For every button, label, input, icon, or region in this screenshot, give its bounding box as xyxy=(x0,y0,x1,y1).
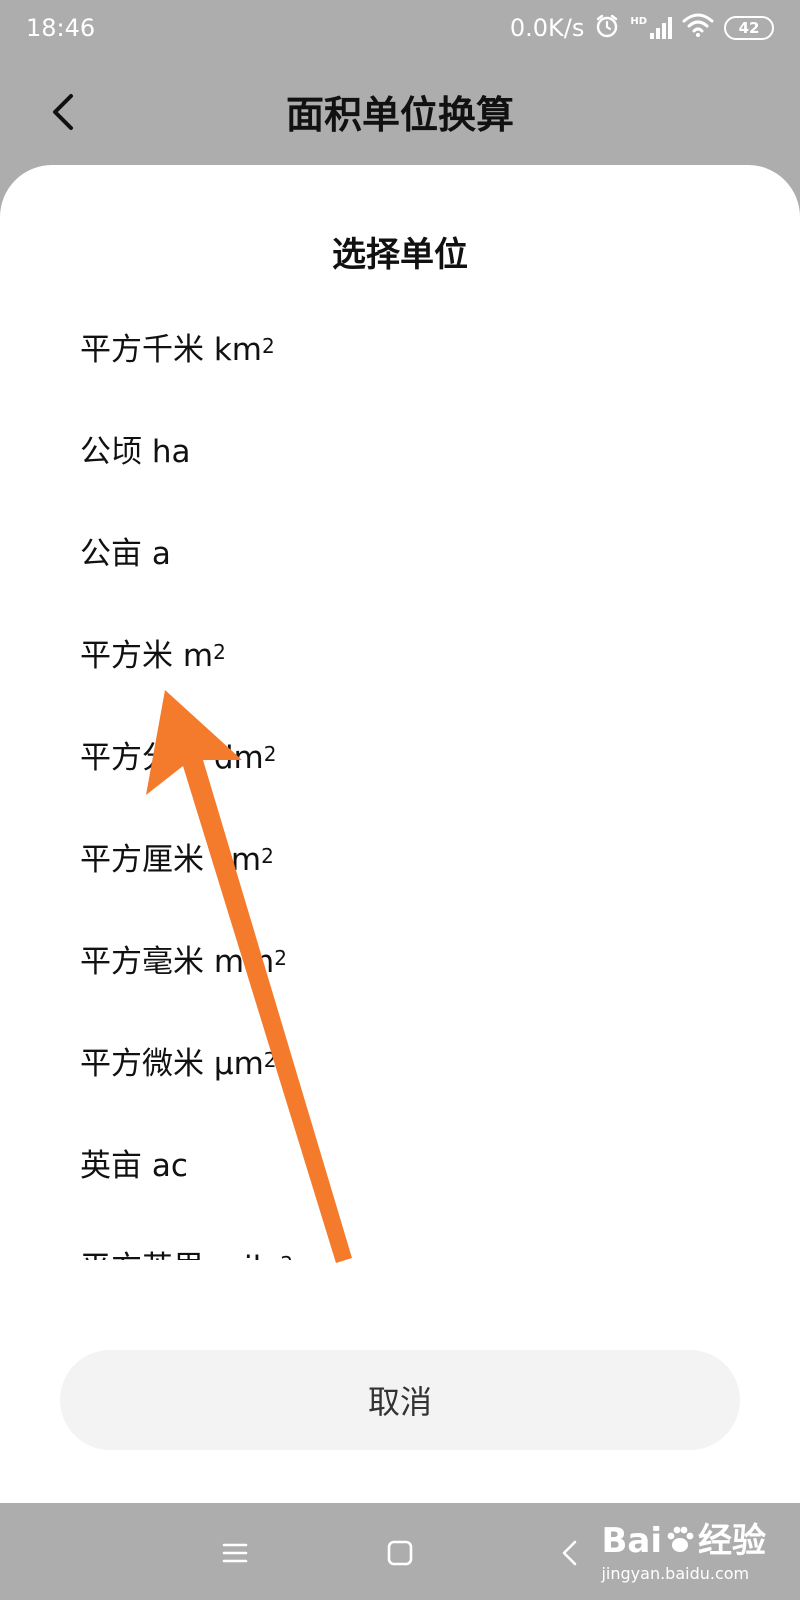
cancel-button[interactable]: 取消 xyxy=(60,1350,740,1450)
unit-picker-sheet: 选择单位 平方千米 km 2 公顷 ha 公亩 a 平方米 m2 平方分米 dm 2… xyxy=(0,165,800,1503)
unit-item-cm2[interactable]: 平方厘米 cm 2 xyxy=(0,805,800,907)
alarm-icon xyxy=(594,13,620,44)
status-bar: 18:46 0.0K/s HD 42 xyxy=(0,0,800,56)
paw-icon xyxy=(664,1521,696,1561)
sheet-title: 选择单位 xyxy=(332,235,468,275)
baidu-jingyan-watermark: Bai 经验 jingyan.baidu.com xyxy=(601,1513,766,1583)
page-title: 面积单位换算 xyxy=(285,93,514,137)
hd-label: HD xyxy=(630,16,647,27)
unit-item-km2[interactable]: 平方千米 km 2 xyxy=(0,295,800,397)
status-time: 18:46 xyxy=(26,14,96,42)
unit-item-ha[interactable]: 公顷 ha xyxy=(0,397,800,499)
square-home-icon xyxy=(387,1540,413,1566)
unit-item-um2[interactable]: 平方微米 μm 2 xyxy=(0,1009,800,1111)
chevron-left-icon xyxy=(562,1540,577,1566)
nav-back-button[interactable] xyxy=(541,1525,597,1581)
unit-list[interactable]: 平方千米 km 2 公顷 ha 公亩 a 平方米 m2 平方分米 dm 2 平方厘米… xyxy=(0,295,800,1261)
wifi-icon xyxy=(682,13,714,43)
watermark-logo: Bai 经验 xyxy=(601,1521,766,1561)
status-icons: 0.0K/s HD 42 xyxy=(510,13,774,44)
watermark-url: jingyan.baidu.com xyxy=(601,1564,750,1583)
navigation-bar: Bai 经验 jingyan.baidu.com xyxy=(0,1503,800,1600)
unit-item-mile2[interactable]: 平方英里 mile2 xyxy=(0,1213,800,1261)
signal-icon: HD xyxy=(630,17,672,39)
unit-item-mm2[interactable]: 平方毫米 mm 2 xyxy=(0,907,800,1009)
battery-indicator: 42 xyxy=(724,16,774,40)
unit-item-ac[interactable]: 英亩 ac xyxy=(0,1111,800,1213)
unit-item-m2[interactable]: 平方米 m2 xyxy=(0,601,800,703)
unit-item-dm2[interactable]: 平方分米 dm 2 xyxy=(0,703,800,805)
menu-icon xyxy=(222,1543,248,1563)
unit-item-a[interactable]: 公亩 a xyxy=(0,499,800,601)
home-button[interactable] xyxy=(372,1525,428,1581)
app-header: 面积单位换算 xyxy=(0,56,800,174)
network-speed: 0.0K/s xyxy=(509,14,585,42)
menu-button[interactable] xyxy=(207,1525,263,1581)
battery-level: 42 xyxy=(738,19,760,37)
